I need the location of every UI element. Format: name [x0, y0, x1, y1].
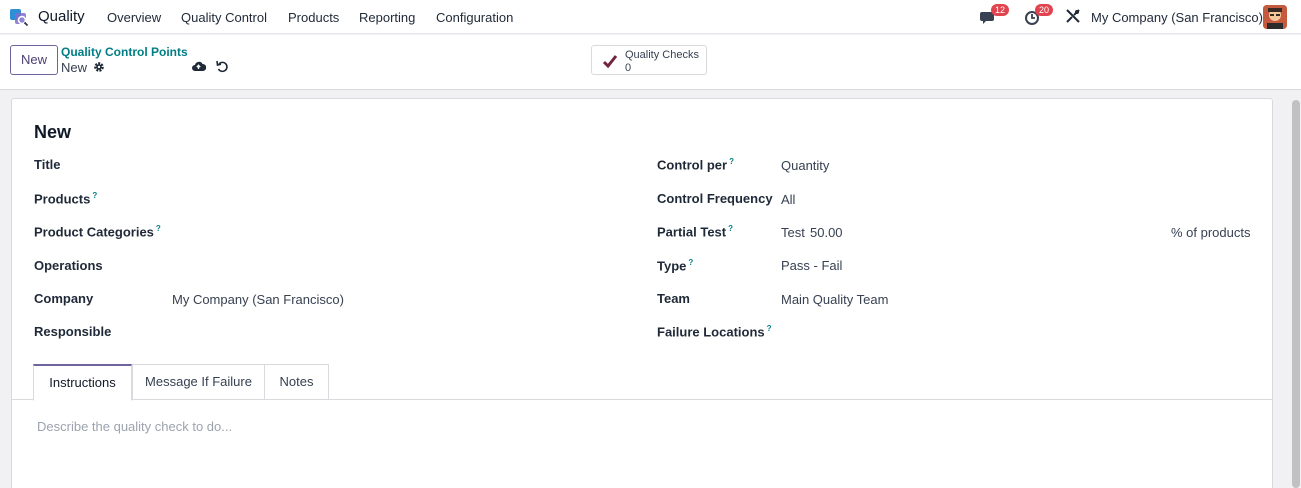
user-avatar[interactable]: [1263, 5, 1287, 29]
responsible-label: Responsible: [34, 324, 112, 339]
menu-products[interactable]: Products: [288, 10, 339, 25]
title-label: Title: [34, 157, 61, 172]
control-per-field[interactable]: Quantity: [781, 158, 829, 173]
cloud-save-icon[interactable]: [191, 60, 206, 73]
menu-overview[interactable]: Overview: [107, 10, 161, 25]
operations-label: Operations: [34, 258, 103, 273]
menu-reporting[interactable]: Reporting: [359, 10, 415, 25]
messages-badge: 12: [991, 4, 1010, 16]
type-field[interactable]: Pass - Fail: [781, 258, 842, 273]
quality-app-icon[interactable]: [9, 7, 29, 27]
tools-icon: [1066, 9, 1080, 23]
smart-button-count: 0: [625, 62, 632, 74]
help-tooltip-icon[interactable]: ?: [767, 324, 772, 333]
debug-tools-button[interactable]: [1065, 8, 1083, 26]
responsible-field[interactable]: [172, 324, 632, 340]
new-button[interactable]: New: [10, 45, 58, 75]
company-switcher[interactable]: My Company (San Francisco): [1091, 10, 1263, 25]
product-categories-label: Product Categories?: [34, 224, 161, 240]
control-per-label: Control per?: [657, 157, 734, 173]
tab-notes[interactable]: Notes: [264, 364, 329, 400]
control-panel: New Quality Control Points New Quality C…: [0, 35, 1301, 90]
undo-icon[interactable]: [216, 60, 229, 73]
partial-test-suffix: % of products: [1171, 225, 1251, 240]
team-field[interactable]: Main Quality Team: [781, 292, 888, 307]
control-frequency-field[interactable]: All: [781, 192, 795, 207]
form-sheet: New Title Products? Product Categories? …: [11, 98, 1273, 488]
type-label: Type?: [657, 258, 694, 274]
quality-checks-smart-button[interactable]: Quality Checks 0: [591, 45, 707, 75]
help-tooltip-icon[interactable]: ?: [688, 258, 693, 267]
failure-locations-field[interactable]: [781, 324, 1251, 340]
company-label: Company: [34, 291, 94, 306]
tab-instructions[interactable]: Instructions: [33, 364, 132, 401]
help-tooltip-icon[interactable]: ?: [156, 224, 161, 233]
smart-button-label: Quality Checks: [625, 49, 699, 61]
top-navbar: Quality Overview Quality Control Product…: [0, 0, 1301, 34]
page-scrollbar[interactable]: [1289, 100, 1301, 488]
app-name[interactable]: Quality: [38, 8, 85, 25]
menu-quality-control[interactable]: Quality Control: [181, 10, 267, 25]
company-field[interactable]: My Company (San Francisco): [172, 292, 344, 307]
breadcrumb-quality-control-points[interactable]: Quality Control Points: [61, 45, 188, 59]
partial-test-toggle[interactable]: Test: [781, 225, 805, 240]
tab-message-if-failure[interactable]: Message If Failure: [132, 364, 265, 400]
title-field[interactable]: [172, 157, 632, 173]
operations-field[interactable]: [172, 258, 632, 274]
scrollbar-thumb[interactable]: [1292, 100, 1300, 488]
help-tooltip-icon[interactable]: ?: [729, 157, 734, 166]
failure-locations-label: Failure Locations?: [657, 324, 772, 340]
partial-test-percent-input[interactable]: 50.00: [810, 225, 843, 240]
activities-button[interactable]: 20: [1024, 4, 1054, 26]
help-tooltip-icon[interactable]: ?: [92, 191, 97, 200]
help-tooltip-icon[interactable]: ?: [728, 224, 733, 233]
product-categories-field[interactable]: [172, 224, 632, 240]
messages-button[interactable]: 12: [980, 4, 1010, 26]
products-field[interactable]: [172, 191, 632, 207]
menu-configuration[interactable]: Configuration: [436, 10, 513, 25]
record-title[interactable]: New: [34, 122, 71, 143]
products-label: Products?: [34, 191, 98, 207]
instructions-editor[interactable]: Describe the quality check to do...: [37, 419, 232, 434]
gear-icon[interactable]: [93, 61, 105, 73]
partial-test-label: Partial Test?: [657, 224, 734, 240]
activities-badge: 20: [1035, 4, 1054, 16]
control-frequency-label: Control Frequency: [657, 191, 773, 206]
user-avatar-icon: [1263, 5, 1287, 29]
notebook-tabs: Instructions Message If Failure Notes: [12, 364, 1272, 401]
team-label: Team: [657, 291, 690, 306]
breadcrumb-current-record: New: [61, 60, 88, 75]
check-icon: [602, 55, 618, 69]
